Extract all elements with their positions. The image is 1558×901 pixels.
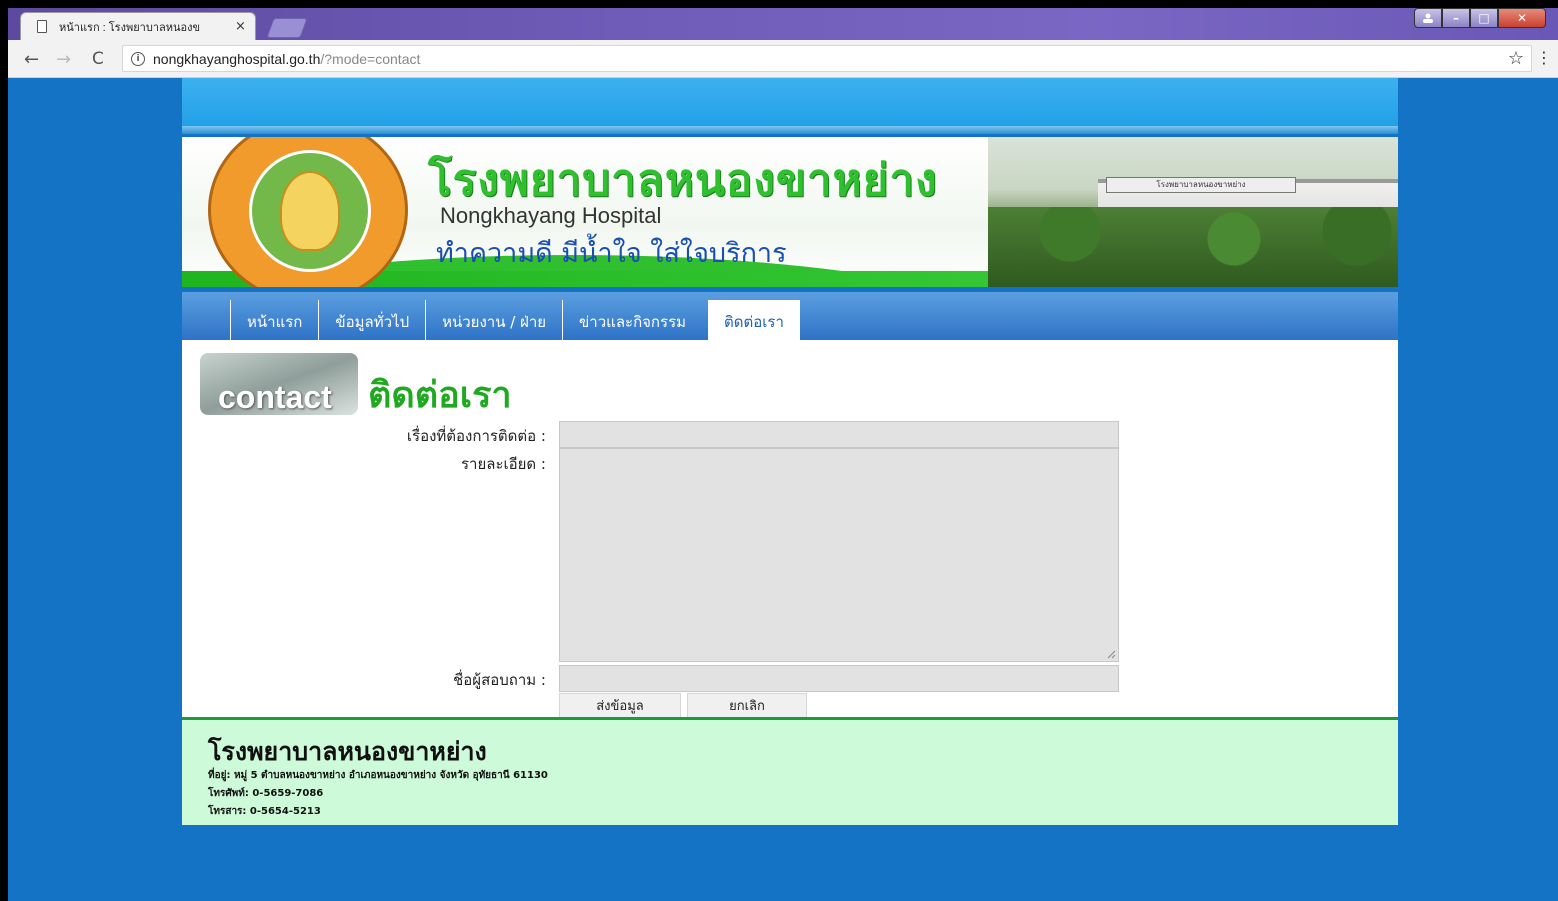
contact-badge: contact bbox=[200, 353, 358, 415]
document-icon bbox=[37, 20, 47, 33]
info-icon[interactable]: i bbox=[131, 51, 145, 66]
footer-title: โรงพยาบาลหนองขาหย่าง bbox=[208, 737, 487, 766]
name-label: ชื่อผู้สอบถาม : bbox=[453, 671, 546, 689]
main-nav: หน้าแรก ข้อมูลทั่วไป หน่วยงาน / ฝ่าย ข่า… bbox=[182, 292, 1398, 340]
hospital-logo[interactable] bbox=[208, 137, 408, 287]
address-bar[interactable]: i nongkhayanghospital.go.th /?mode=conta… bbox=[122, 45, 1532, 72]
bookmark-star-icon[interactable]: ☆ bbox=[1508, 48, 1524, 69]
subject-input[interactable] bbox=[559, 421, 1119, 448]
name-input[interactable] bbox=[559, 665, 1119, 692]
new-tab-button[interactable] bbox=[266, 18, 308, 38]
maximize-button[interactable]: □ bbox=[1470, 8, 1498, 28]
photo-sign: โรงพยาบาลหนองขาหย่าง bbox=[1106, 177, 1296, 193]
resize-handle-icon[interactable] bbox=[1107, 650, 1116, 659]
nav-item-contact[interactable]: ติดต่อเรา bbox=[708, 300, 800, 340]
detail-textarea[interactable] bbox=[559, 448, 1119, 662]
contact-section: contact ติดต่อเรา เรื่องที่ต้องการติดต่อ… bbox=[182, 340, 1398, 717]
submit-button[interactable]: ส่งข้อมูล bbox=[559, 693, 681, 718]
menu-icon[interactable]: ⋮ bbox=[1536, 48, 1552, 67]
tab-title: หน้าแรก : โรงพยาบาลหนองข bbox=[59, 21, 201, 34]
reload-icon[interactable]: C bbox=[92, 49, 104, 69]
caduceus-emblem-icon bbox=[280, 171, 340, 251]
nav-item-general-info[interactable]: ข้อมูลทั่วไป bbox=[318, 300, 425, 340]
detail-label: รายละเอียด : bbox=[460, 455, 546, 473]
footer-address: ที่อยู่: หมู่ 5 ตำบลหนองขาหย่าง อำเภอหนอ… bbox=[208, 770, 548, 781]
forward-icon[interactable]: → bbox=[56, 49, 71, 70]
back-icon[interactable]: ← bbox=[24, 49, 39, 70]
site-motto: ทำความดี มีน้ำใจ ใส่ใจบริการ bbox=[436, 238, 787, 269]
subject-label: เรื่องที่ต้องการติดต่อ : bbox=[406, 427, 546, 445]
footer-fax: โทรสาร: 0-5654-5213 bbox=[208, 806, 321, 817]
nav-item-home[interactable]: หน้าแรก bbox=[230, 300, 318, 340]
trees-shape bbox=[988, 207, 1398, 287]
close-window-button[interactable]: ✕ bbox=[1498, 8, 1546, 28]
browser-toolbar: ← → C i nongkhayanghospital.go.th /?mode… bbox=[8, 40, 1558, 78]
browser-window: หน้าแรก : โรงพยาบาลหนองข × – □ ✕ ← → C i… bbox=[8, 8, 1558, 901]
title-bar: หน้าแรก : โรงพยาบาลหนองข × – □ ✕ bbox=[8, 8, 1558, 40]
cancel-button[interactable]: ยกเลิก bbox=[687, 693, 807, 718]
contact-badge-text: contact bbox=[218, 379, 332, 415]
hospital-photo: โรงพยาบาลหนองขาหย่าง bbox=[988, 137, 1398, 287]
site-footer: โรงพยาบาลหนองขาหย่าง ที่อยู่: หมู่ 5 ตำบ… bbox=[182, 717, 1398, 825]
close-tab-icon[interactable]: × bbox=[235, 19, 246, 34]
page-title: ติดต่อเรา bbox=[368, 375, 512, 416]
nav-item-departments[interactable]: หน่วยงาน / ฝ่าย bbox=[425, 300, 562, 340]
browser-tab[interactable]: หน้าแรก : โรงพยาบาลหนองข × bbox=[20, 12, 256, 40]
minimize-button[interactable]: – bbox=[1442, 8, 1470, 28]
nav-item-news[interactable]: ข่าวและกิจกรรม bbox=[562, 300, 702, 340]
site-subtitle: Nongkhayang Hospital bbox=[440, 203, 662, 228]
user-icon[interactable] bbox=[1414, 8, 1442, 28]
web-page: โรงพยาบาลหนองขาหย่าง โรงพยาบาลหนองขาหย่า… bbox=[182, 78, 1398, 825]
top-strip-accent bbox=[182, 126, 1398, 134]
site-banner: โรงพยาบาลหนองขาหย่าง โรงพยาบาลหนองขาหย่า… bbox=[182, 137, 1398, 287]
logo-inner bbox=[249, 150, 371, 272]
top-strip bbox=[182, 78, 1398, 133]
url-path: /?mode=contact bbox=[320, 50, 421, 67]
url-host: nongkhayanghospital.go.th bbox=[153, 50, 321, 67]
footer-phone: โทรศัพท์: 0-5659-7086 bbox=[208, 788, 324, 799]
